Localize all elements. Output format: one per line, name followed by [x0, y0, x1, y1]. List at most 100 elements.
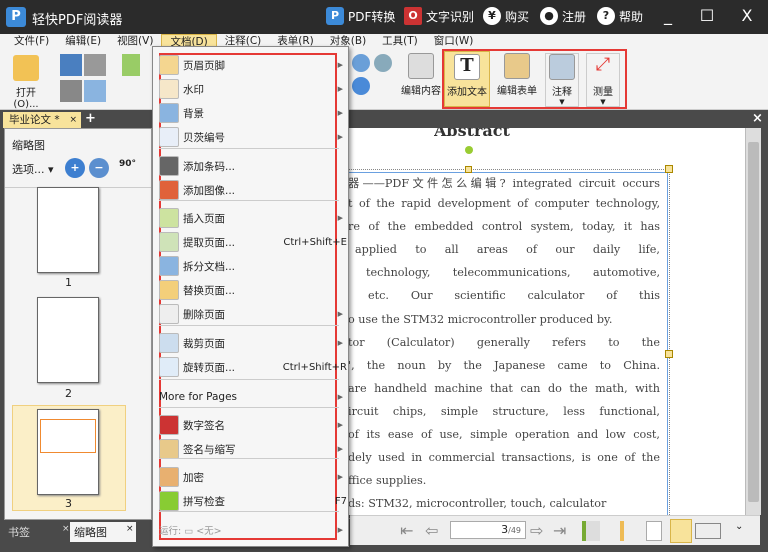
edit-content-icon — [408, 53, 434, 79]
buy-button[interactable]: ¥ 购买 — [483, 7, 529, 25]
menu-separator — [159, 407, 339, 408]
close-icon[interactable]: × — [62, 524, 70, 534]
scan-button[interactable] — [60, 80, 82, 102]
menu-item-icon — [159, 156, 179, 176]
tab-label: 毕业论文 * — [9, 114, 60, 126]
history-back-icon[interactable] — [582, 521, 600, 541]
menu-item-label: 数字签名 — [183, 419, 225, 432]
menu-item-label: 页眉页脚 — [183, 59, 225, 72]
close-document-button[interactable]: × — [752, 111, 763, 126]
page-number: 2 — [65, 387, 72, 400]
resize-handle[interactable] — [665, 350, 673, 358]
menu-item-label: 提取页面... — [183, 236, 236, 249]
menu-item[interactable]: 删除页面 ▶ — [159, 303, 343, 325]
menu-item[interactable]: 裁剪页面 ▶ — [159, 332, 343, 354]
menu-item[interactable]: 插入页面 ▶ — [159, 207, 343, 229]
save-button[interactable] — [60, 54, 82, 76]
page-thumbnail-1[interactable] — [37, 187, 99, 273]
total-pages: /49 — [508, 526, 521, 535]
resize-handle[interactable] — [665, 165, 673, 173]
menu-bar: 文件(F) 编辑(E) 视图(V) 文档(D) 注释(C) 表单(R) 对象(B… — [0, 34, 768, 49]
single-page-icon[interactable] — [646, 521, 662, 541]
pdf-convert-button[interactable]: P PDF转换 — [326, 7, 395, 25]
options-dropdown[interactable]: 选项... ▾ — [12, 161, 54, 177]
menu-item[interactable]: 运行: ▭ <无> ▶ — [159, 519, 343, 541]
menu-item[interactable]: 旋转页面... Ctrl+Shift+R — [159, 356, 347, 378]
menu-item[interactable]: 提取页面... Ctrl+Shift+E — [159, 231, 347, 253]
back-button[interactable] — [122, 54, 140, 76]
menu-file[interactable]: 文件(F) — [6, 34, 57, 49]
toolbar: 打开(O)... 编辑内容 T 添加文本 编辑表单 注释 ▼ ⤢ 测量 ▼ — [0, 49, 768, 110]
open-button[interactable]: 打开(O)... — [4, 55, 48, 110]
add-tab-button[interactable]: + — [85, 111, 96, 126]
menu-item[interactable]: 添加图像... — [159, 179, 339, 201]
print-button[interactable] — [84, 54, 106, 76]
menu-window[interactable]: 窗口(W) — [426, 34, 482, 49]
menu-item[interactable]: 拼写检查 F7 — [159, 490, 347, 512]
menu-item-label: 拼写检查 — [183, 495, 225, 508]
app-title: 轻快PDF阅读器 — [32, 13, 123, 28]
edit-content-button[interactable]: 编辑内容 — [398, 53, 444, 97]
menu-item[interactable]: More for Pages ▶ — [159, 386, 343, 408]
menu-item[interactable]: 签名与缩写 ▶ — [159, 438, 343, 460]
tab-close-icon[interactable]: × — [69, 112, 77, 128]
menu-edit[interactable]: 编辑(E) — [57, 34, 109, 49]
menu-item-icon — [159, 180, 179, 200]
continuous-page-icon[interactable] — [670, 519, 692, 543]
shortcut-label: Ctrl+Shift+E — [283, 236, 347, 248]
menu-item-icon — [159, 439, 179, 459]
menu-separator — [159, 379, 339, 380]
page-thumbnail-3[interactable] — [37, 409, 99, 495]
menu-item-label: 水印 — [183, 83, 204, 96]
page-number-input[interactable]: 3/49 — [450, 521, 526, 539]
help-icon: ? — [597, 7, 615, 25]
email-button[interactable] — [84, 80, 106, 102]
resize-handle[interactable] — [465, 166, 472, 173]
minimize-button[interactable]: _ — [656, 6, 680, 25]
menu-item[interactable]: 替换页面... — [159, 279, 339, 301]
zoom-in-icon[interactable] — [352, 54, 370, 72]
first-page-icon[interactable]: ⇤ — [400, 521, 413, 540]
close-icon[interactable]: × — [126, 524, 134, 534]
rotate-thumbs-button[interactable]: 90° — [119, 159, 136, 169]
zoom-out-thumbs-icon[interactable]: − — [89, 158, 109, 178]
ocr-button[interactable]: O 文字识别 — [404, 7, 474, 25]
menu-tools[interactable]: 工具(T) — [374, 34, 426, 49]
menu-item[interactable]: 贝茨编号 ▶ — [159, 126, 343, 148]
zoom-out-icon[interactable] — [374, 54, 392, 72]
options-label: 选项... — [12, 163, 45, 176]
help-button[interactable]: ? 帮助 — [597, 7, 643, 25]
menu-item[interactable]: 背景 ▶ — [159, 102, 343, 124]
prev-page-icon[interactable]: ⇦ — [425, 521, 438, 540]
menu-item-label: 签名与缩写 — [183, 443, 236, 456]
zoom-plus-icon[interactable] — [352, 77, 370, 95]
zoom-in-thumbs-icon[interactable]: + — [65, 158, 85, 178]
two-page-icon[interactable] — [695, 523, 721, 539]
menu-separator — [159, 325, 339, 326]
submenu-arrow-icon: ▶ — [337, 526, 343, 534]
submenu-arrow-icon: ▶ — [337, 339, 343, 347]
app-logo-icon: P — [6, 7, 26, 27]
maximize-button[interactable]: ☐ — [695, 6, 719, 25]
menu-item[interactable]: 页眉页脚 ▶ — [159, 54, 343, 76]
tab-thumbnails[interactable]: 缩略图 × — [70, 522, 136, 542]
menu-item[interactable]: 拆分文档... — [159, 255, 339, 277]
page-thumbnail-2[interactable] — [37, 297, 99, 383]
vertical-scrollbar[interactable] — [745, 128, 761, 515]
last-page-icon[interactable]: ⇥ — [553, 521, 566, 540]
text-line: t of the rapid development of computer t… — [348, 197, 660, 210]
menu-item[interactable]: 添加条码... — [159, 155, 339, 177]
tab-document[interactable]: 毕业论文 * × — [3, 112, 81, 128]
scroll-thumb[interactable] — [748, 142, 759, 502]
pdf-icon: P — [326, 7, 344, 25]
history-forward-icon[interactable] — [606, 521, 624, 541]
menu-item[interactable]: 水印 ▶ — [159, 78, 343, 100]
menu-item[interactable]: 加密 ▶ — [159, 466, 343, 488]
tab-bookmarks[interactable]: 书签 × — [8, 524, 70, 540]
register-button[interactable]: ● 注册 — [540, 7, 586, 25]
menu-item[interactable]: 数字签名 ▶ — [159, 414, 343, 436]
chevron-down-icon[interactable]: ⌄ — [735, 521, 743, 532]
next-page-icon[interactable]: ⇨ — [530, 521, 543, 540]
rotate-handle[interactable] — [465, 146, 473, 154]
close-button[interactable]: X — [735, 6, 759, 25]
